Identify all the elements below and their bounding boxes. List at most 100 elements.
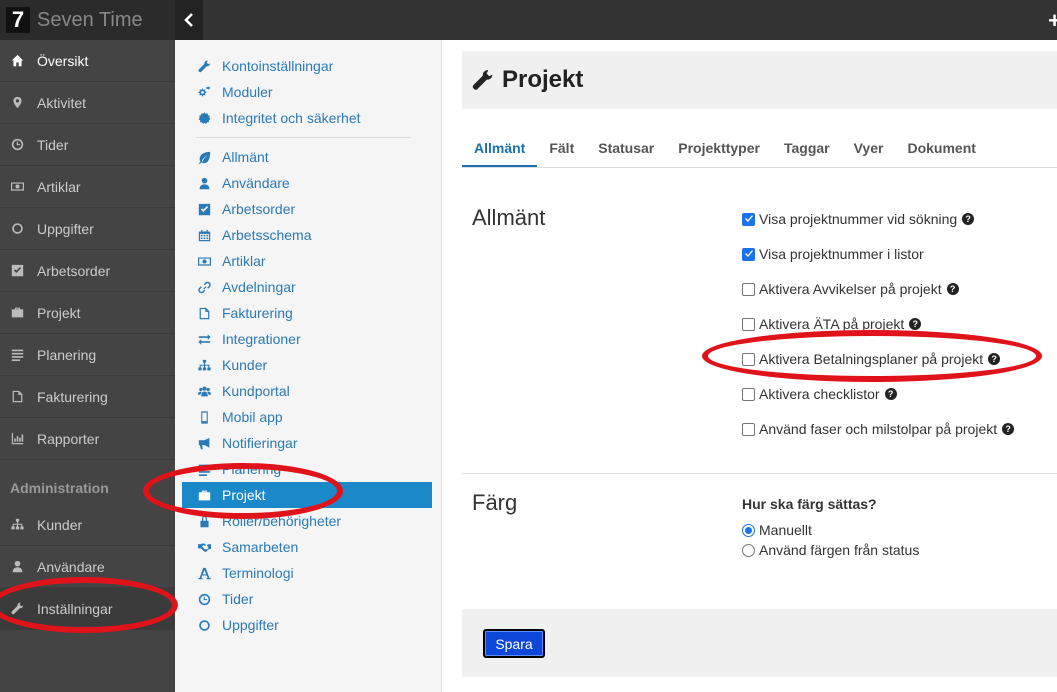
menu-item-label: Terminologi (222, 565, 294, 581)
menu-item-tider[interactable]: Tider (175, 586, 441, 612)
option-row[interactable]: Använd faser och milstolpar på projekt ? (742, 421, 1015, 437)
menu-item-label: Mobil app (222, 409, 283, 425)
tab-taggar[interactable]: Taggar (772, 130, 842, 167)
sidebar-item-kunder[interactable]: Kunder (0, 504, 175, 546)
section-heading-farg: Färg (472, 490, 518, 515)
settings-menu: Kontoinställningar Moduler Integritet oc… (175, 40, 442, 692)
circle-icon (9, 222, 25, 235)
menu-item-integritet[interactable]: Integritet och säkerhet (175, 105, 441, 131)
file-icon (9, 390, 25, 403)
option-row[interactable]: Visa projektnummer vid sökning ? (742, 211, 975, 227)
tab-projekttyper[interactable]: Projekttyper (666, 130, 772, 167)
menu-item-label: Tider (222, 591, 254, 607)
menu-item-integrationer[interactable]: Integrationer (175, 326, 441, 352)
menu-item-moduler[interactable]: Moduler (175, 79, 441, 105)
menu-item-arbetsschema[interactable]: Arbetsschema (175, 222, 441, 248)
check-square-icon (9, 264, 25, 277)
bullhorn-icon (196, 437, 212, 450)
menu-item-projekt[interactable]: Projekt (182, 482, 432, 508)
checkbox[interactable] (742, 387, 755, 401)
menu-item-label: Artiklar (222, 253, 266, 269)
help-icon[interactable]: ? (884, 388, 897, 400)
sidebar-item-artiklar[interactable]: Artiklar (0, 166, 175, 208)
menu-item-artiklar[interactable]: Artiklar (175, 248, 441, 274)
sidebar-item-planering[interactable]: Planering (0, 334, 175, 376)
sidebar-item-oversikt[interactable]: Översikt (0, 40, 175, 82)
checkbox[interactable] (742, 317, 755, 331)
help-icon[interactable]: ? (1002, 423, 1015, 435)
map-marker-icon (9, 96, 25, 109)
brand-logo: 7 (6, 7, 30, 33)
brand[interactable]: 7 Seven Time (0, 0, 175, 40)
sidebar-item-anvandare[interactable]: Användare (0, 546, 175, 588)
admin-heading: Administration (10, 480, 109, 496)
option-label: Visa projektnummer i listor (759, 246, 924, 262)
radio-row[interactable]: Använd färgen från status (742, 542, 919, 558)
checkbox[interactable] (742, 422, 755, 436)
main-sidebar: Översikt Aktivitet Tider Artiklar Uppgif… (0, 40, 175, 692)
menu-item-uppgifter[interactable]: Uppgifter (175, 612, 441, 638)
menu-item-kontoinstallningar[interactable]: Kontoinställningar (175, 53, 441, 79)
menu-item-terminologi[interactable]: Terminologi (175, 560, 441, 586)
tab-vyer[interactable]: Vyer (842, 130, 896, 167)
option-label: Aktivera Avvikelser på projekt (759, 281, 942, 297)
user-icon (9, 560, 25, 573)
menu-item-label: Projekt (222, 487, 266, 503)
sidebar-item-tider[interactable]: Tider (0, 124, 175, 166)
tab-dokument[interactable]: Dokument (895, 130, 987, 167)
menu-item-anvandare[interactable]: Användare (175, 170, 441, 196)
menu-item-samarbeten[interactable]: Samarbeten (175, 534, 441, 560)
checkbox-checked[interactable] (742, 247, 755, 261)
sidebar-item-arbetsorder[interactable]: Arbetsorder (0, 250, 175, 292)
menu-item-allmant[interactable]: Allmänt (175, 144, 441, 170)
menu-item-label: Avdelningar (222, 279, 296, 295)
checkbox[interactable] (742, 282, 755, 296)
menu-item-fakturering[interactable]: Fakturering (175, 300, 441, 326)
option-row[interactable]: Aktivera Betalningsplaner på projekt ? (742, 351, 1001, 367)
menu-item-arbetsorder[interactable]: Arbetsorder (175, 196, 441, 222)
menu-item-label: Samarbeten (222, 539, 299, 555)
option-row[interactable]: Aktivera Avvikelser på projekt ? (742, 281, 959, 297)
checkbox-checked[interactable] (742, 212, 755, 226)
add-button[interactable]: + (1048, 8, 1057, 34)
radio-row[interactable]: Manuellt (742, 522, 812, 538)
tab-allmant[interactable]: Allmänt (462, 130, 538, 167)
sidebar-item-projekt[interactable]: Projekt (0, 292, 175, 334)
sidebar-item-rapporter[interactable]: Rapporter (0, 418, 175, 460)
menu-item-kundportal[interactable]: Kundportal (175, 378, 441, 404)
option-row[interactable]: Aktivera checklistor ? (742, 386, 897, 402)
calendar-icon (196, 229, 212, 242)
help-icon[interactable]: ? (909, 318, 922, 330)
radio-selected[interactable] (742, 523, 755, 537)
wrench-icon (472, 70, 493, 90)
collapse-sidebar-button[interactable] (175, 0, 203, 40)
sidebar-item-uppgifter[interactable]: Uppgifter (0, 208, 175, 250)
help-icon[interactable]: ? (946, 283, 959, 295)
radio-label: Använd färgen från status (759, 542, 920, 558)
sidebar-item-installningar[interactable]: Inställningar (0, 588, 175, 630)
menu-item-kunder[interactable]: Kunder (175, 352, 441, 378)
tab-falt[interactable]: Fält (537, 130, 586, 167)
section-heading-allmant: Allmänt (472, 205, 546, 230)
checkbox[interactable] (742, 352, 755, 366)
sidebar-item-fakturering[interactable]: Fakturering (0, 376, 175, 418)
menu-item-label: Planering (222, 461, 282, 477)
help-icon[interactable]: ? (988, 353, 1001, 365)
menu-item-planering[interactable]: Planering (175, 456, 441, 482)
menu-item-notifieringar[interactable]: Notifieringar (175, 430, 441, 456)
tab-statusar[interactable]: Statusar (586, 130, 666, 167)
sidebar-item-aktivitet[interactable]: Aktivitet (0, 82, 175, 124)
menu-item-mobil-app[interactable]: Mobil app (175, 404, 441, 430)
menu-item-label: Användare (222, 175, 290, 191)
sidebar-item-label: Planering (37, 346, 97, 363)
menu-item-avdelningar[interactable]: Avdelningar (175, 274, 441, 300)
save-button[interactable]: Spara (483, 629, 545, 658)
color-question: Hur ska färg sättas? (742, 496, 877, 512)
option-row[interactable]: Visa projektnummer i listor (742, 246, 924, 262)
help-icon[interactable]: ? (962, 213, 975, 225)
menu-item-label: Roller/behörigheter (222, 513, 342, 529)
brand-name: Seven Time (37, 8, 143, 31)
menu-item-roller[interactable]: Roller/behörigheter (175, 508, 441, 534)
option-row[interactable]: Aktivera ÄTA på projekt ? (742, 316, 922, 332)
radio[interactable] (742, 543, 755, 557)
